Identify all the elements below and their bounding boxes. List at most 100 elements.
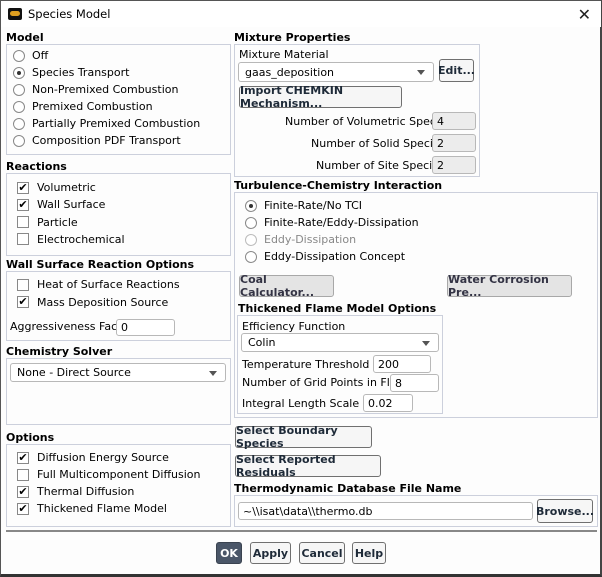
reaction-item-label: Particle [37, 215, 78, 229]
mixture-heading: Mixture Properties [234, 31, 351, 44]
solid-species-value: 2 [432, 134, 476, 152]
reaction-item[interactable]: Electrochemical [17, 233, 125, 246]
grid-points-label: Number of Grid Points in Flame [242, 376, 415, 389]
site-species-label: Number of Site Species [316, 159, 445, 172]
temperature-threshold-input[interactable]: 200 [373, 355, 431, 373]
radio-icon[interactable] [13, 134, 25, 147]
edit-button[interactable]: Edit... [438, 59, 475, 82]
efficiency-function-select[interactable]: Colin [241, 333, 439, 352]
reaction-item[interactable]: Particle [17, 216, 78, 229]
checkbox-icon[interactable] [17, 278, 29, 291]
option-item[interactable]: ✔ Thermal Diffusion [17, 485, 134, 498]
efficiency-function-value: Colin [248, 336, 276, 349]
checkbox-checked-icon[interactable]: ✔ [17, 451, 29, 464]
reaction-item[interactable]: ✔ Wall Surface [17, 198, 105, 211]
footer-divider [6, 530, 597, 532]
temperature-threshold-label: Temperature Threshold [K] [242, 358, 389, 371]
solid-species-label: Number of Solid Species [311, 137, 446, 150]
option-item-label: Diffusion Energy Source [37, 451, 169, 464]
radio-icon[interactable] [245, 233, 257, 246]
water-corrosion-button[interactable]: Water Corrosion Pre... [447, 273, 572, 299]
tci-option[interactable]: Eddy-Dissipation Concept [245, 250, 405, 263]
fluent-app-icon [8, 8, 22, 20]
apply-button[interactable]: Apply [250, 542, 291, 564]
aggressiveness-label: Aggressiveness Factor [10, 320, 133, 333]
radio-icon[interactable] [13, 100, 25, 113]
grid-points-input[interactable]: 8 [390, 374, 439, 392]
wall-surface-heading: Wall Surface Reaction Options [6, 258, 195, 271]
checkbox-icon[interactable] [17, 233, 29, 246]
checkbox-checked-icon[interactable]: ✔ [17, 296, 29, 308]
option-item[interactable]: ✔ Thickened Flame Model [17, 502, 167, 515]
tci-option[interactable]: Finite-Rate/Eddy-Dissipation [245, 216, 419, 229]
reactions-heading: Reactions [6, 160, 67, 173]
checkbox-checked-icon[interactable]: ✔ [17, 502, 29, 515]
help-button[interactable]: Help [352, 542, 386, 564]
checkbox-checked-icon[interactable]: ✔ [17, 198, 29, 211]
model-option[interactable]: Species Transport [13, 66, 129, 79]
volumetric-species-value: 4 [432, 112, 476, 130]
select-reported-residuals-button[interactable]: Select Reported Residuals [235, 453, 381, 479]
option-item[interactable]: ✔ Diffusion Energy Source [17, 451, 169, 464]
chemistry-solver-heading: Chemistry Solver [6, 345, 113, 358]
model-option[interactable]: Composition PDF Transport [13, 134, 181, 147]
close-icon[interactable]: ✕ [578, 5, 591, 24]
model-heading: Model [6, 31, 44, 44]
option-item[interactable]: Full Multicomponent Diffusion [17, 468, 201, 481]
reaction-item-label: Electrochemical [37, 232, 125, 246]
ok-button[interactable]: OK [216, 542, 242, 564]
model-option-label: Partially Premixed Combustion [32, 117, 201, 130]
integral-length-input[interactable]: 0.02 [363, 394, 413, 412]
model-option-label: Premixed Combustion [32, 100, 153, 113]
tci-option-label: Finite-Rate/No TCI [264, 199, 363, 212]
site-species-value: 2 [432, 156, 476, 174]
model-option-label: Species Transport [32, 66, 130, 79]
thermo-file-input[interactable]: ~\\isat\data\\thermo.db [238, 502, 533, 520]
integral-length-label: Integral Length Scale [m] [242, 397, 382, 410]
tci-option[interactable]: Eddy-Dissipation [245, 233, 356, 246]
radio-icon[interactable] [13, 49, 25, 62]
radio-icon[interactable] [13, 117, 25, 130]
title-bar: Species Model ✕ [1, 1, 601, 27]
reaction-item-label: Volumetric [37, 181, 96, 194]
import-chemkin-button[interactable]: Import CHEMKIN Mechanism... [239, 84, 402, 110]
chemistry-solver-select[interactable]: None - Direct Source [10, 363, 226, 382]
window-title: Species Model [28, 7, 111, 21]
options-heading: Options [6, 431, 55, 444]
chemistry-solver-value: None - Direct Source [17, 366, 131, 379]
model-option-label: Composition PDF Transport [32, 134, 181, 147]
wall-surface-item[interactable]: Heat of Surface Reactions [17, 278, 180, 291]
radio-icon[interactable] [13, 83, 25, 96]
radio-icon[interactable] [245, 250, 257, 263]
mixture-material-label: Mixture Material [239, 48, 329, 61]
chevron-down-icon [417, 70, 425, 75]
mixture-material-select[interactable]: gaas_deposition [238, 62, 434, 82]
radio-selected-icon[interactable] [245, 199, 257, 212]
tci-option[interactable]: Finite-Rate/No TCI [245, 199, 362, 212]
select-boundary-species-button[interactable]: Select Boundary Species [235, 424, 372, 450]
model-option[interactable]: Non-Premixed Combustion [13, 83, 178, 96]
model-option-label: Non-Premixed Combustion [32, 83, 179, 96]
model-option[interactable]: Off [13, 49, 48, 62]
model-option[interactable]: Partially Premixed Combustion [13, 117, 200, 130]
species-model-dialog: Species Model ✕ Model Off Species Transpo… [0, 0, 602, 577]
volumetric-species-label: Number of Volumetric Species [285, 115, 452, 128]
coal-calculator-button[interactable]: Coal Calculator... [239, 273, 334, 299]
chevron-down-icon [209, 370, 217, 376]
checkbox-checked-icon[interactable]: ✔ [17, 181, 29, 194]
reaction-item[interactable]: ✔ Volumetric [17, 181, 96, 194]
wall-surface-item-label: Heat of Surface Reactions [37, 278, 180, 291]
radio-selected-icon[interactable] [13, 66, 25, 79]
checkbox-checked-icon[interactable]: ✔ [17, 485, 29, 498]
aggressiveness-input[interactable]: 0 [116, 319, 175, 336]
model-option[interactable]: Premixed Combustion [13, 100, 153, 113]
checkbox-icon[interactable] [17, 216, 29, 229]
radio-icon[interactable] [245, 216, 257, 229]
checkbox-icon[interactable] [17, 468, 29, 481]
efficiency-function-label: Efficiency Function [242, 320, 346, 333]
cancel-button[interactable]: Cancel [299, 542, 345, 564]
wall-surface-item[interactable]: ✔ Mass Deposition Source [17, 296, 168, 309]
browse-button[interactable]: Browse... [536, 499, 594, 523]
wall-surface-item-label: Mass Deposition Source [37, 295, 169, 309]
option-item-label: Full Multicomponent Diffusion [37, 468, 201, 481]
